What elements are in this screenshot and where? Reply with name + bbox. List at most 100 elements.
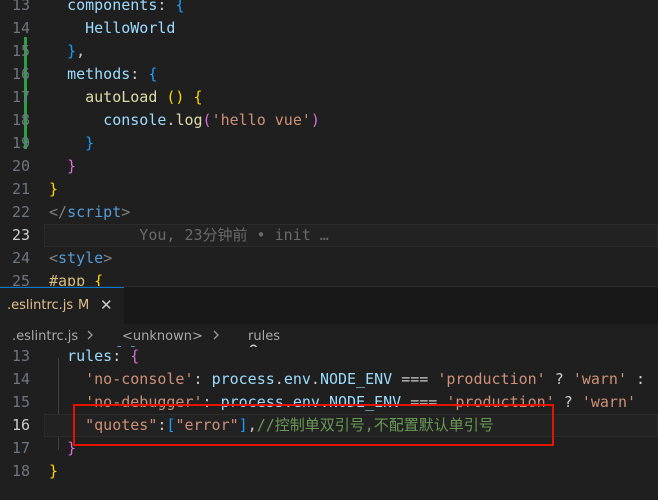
code-token: log bbox=[175, 111, 203, 129]
code-token: </ bbox=[49, 203, 68, 221]
code-line[interactable]: 25 #app { bbox=[0, 270, 658, 286]
line-number: 13 bbox=[11, 347, 30, 365]
code-text[interactable]: methods: { bbox=[49, 63, 157, 86]
chevron-right-icon bbox=[212, 328, 220, 346]
highlight-annotation-box bbox=[73, 404, 554, 446]
code-token: rules bbox=[67, 347, 113, 365]
line-number: 13 bbox=[11, 0, 30, 14]
code-token: . bbox=[274, 370, 284, 388]
code-text[interactable]: } bbox=[49, 178, 58, 201]
code-text[interactable]: rules: { bbox=[49, 347, 139, 368]
code-token: } bbox=[67, 157, 77, 175]
code-token: ? bbox=[545, 370, 573, 388]
code-text[interactable]: You, 23分钟前 • init … bbox=[49, 224, 329, 247]
code-line[interactable]: 24 <style> bbox=[0, 247, 658, 270]
code-token: } bbox=[49, 180, 59, 198]
breadcrumb-file[interactable]: .eslintrc.js bbox=[12, 329, 78, 344]
code-text[interactable]: } bbox=[49, 132, 94, 155]
code-token: #app bbox=[49, 272, 86, 286]
code-text[interactable]: <style> bbox=[49, 247, 112, 270]
code-line[interactable]: 19 } bbox=[0, 132, 658, 155]
code-text[interactable]: } bbox=[49, 460, 58, 483]
code-line[interactable]: 14 HelloWorld bbox=[0, 17, 658, 40]
code-token: autoLoad bbox=[85, 88, 158, 106]
code-text[interactable]: autoLoad () { bbox=[49, 86, 203, 109]
line-number: 17 bbox=[11, 439, 30, 457]
code-token: ) bbox=[310, 111, 320, 129]
code-token: { bbox=[94, 272, 104, 286]
code-token: : bbox=[130, 65, 149, 83]
code-token: : bbox=[193, 370, 212, 388]
code-token: components bbox=[67, 0, 158, 14]
tab-filename: .eslintrc.js bbox=[7, 298, 74, 313]
code-text[interactable]: components: { bbox=[49, 0, 184, 17]
code-line[interactable]: 15 }, bbox=[0, 40, 658, 63]
code-token: . bbox=[310, 370, 320, 388]
line-number: 23 bbox=[11, 226, 30, 244]
line-number: 14 bbox=[11, 19, 30, 37]
code-token: 'production' bbox=[437, 370, 546, 388]
code-token: ( bbox=[202, 111, 212, 129]
code-line[interactable]: 20 } bbox=[0, 155, 658, 178]
code-line[interactable]: 21} bbox=[0, 178, 658, 201]
breadcrumb: .eslintrc.js <unknown> rules bbox=[0, 324, 658, 358]
code-text[interactable]: 'no-console': process.env.NODE_ENV === '… bbox=[49, 368, 645, 391]
code-text[interactable]: #app { bbox=[49, 270, 103, 286]
code-token: : bbox=[627, 370, 646, 388]
code-text[interactable]: }, bbox=[49, 40, 85, 63]
code-token: : bbox=[157, 0, 176, 14]
breadcrumb-rules[interactable]: rules bbox=[248, 329, 280, 344]
line-number: 18 bbox=[11, 111, 30, 129]
code-token: console bbox=[103, 111, 167, 129]
code-line[interactable]: 14 'no-console': process.env.NODE_ENV ==… bbox=[0, 368, 658, 391]
code-token: : bbox=[112, 347, 131, 365]
top-editor-pane[interactable]: 13 components: {14 HelloWorld 15 }, 16 met… bbox=[0, 0, 658, 286]
code-line[interactable]: 17 autoLoad () { bbox=[0, 86, 658, 109]
code-token: 'warn' bbox=[572, 370, 627, 388]
code-text[interactable]: console.log('hello vue') bbox=[49, 109, 320, 132]
code-token: { bbox=[175, 0, 185, 14]
editor-tab-bar: .eslintrc.js M ✕ bbox=[0, 286, 658, 325]
chevron-right-icon bbox=[86, 328, 94, 346]
code-token: === bbox=[392, 370, 438, 388]
code-token: } bbox=[67, 42, 77, 60]
code-token: () bbox=[166, 88, 185, 106]
code-line[interactable]: 23 You, 23分钟前 • init … bbox=[0, 224, 658, 247]
line-number: 25 bbox=[11, 272, 30, 286]
code-text[interactable]: } bbox=[49, 155, 76, 178]
line-number: 16 bbox=[11, 416, 30, 434]
code-text[interactable]: HelloWorld bbox=[49, 17, 175, 40]
tab-eslintrc[interactable]: .eslintrc.js M ✕ bbox=[0, 287, 124, 325]
code-line[interactable]: 18 console.log('hello vue') bbox=[0, 109, 658, 132]
code-token: { bbox=[193, 88, 203, 106]
code-line[interactable]: 22 </script> bbox=[0, 201, 658, 224]
code-line[interactable]: 13 rules: { bbox=[0, 347, 658, 368]
code-token: 'no-console' bbox=[85, 370, 194, 388]
code-token: > bbox=[121, 203, 131, 221]
code-token: ? bbox=[554, 393, 582, 411]
code-token: { bbox=[148, 65, 158, 83]
close-icon[interactable]: ✕ bbox=[100, 296, 113, 314]
code-line[interactable]: 18} bbox=[0, 460, 658, 483]
code-token: NODE_ENV bbox=[319, 370, 393, 388]
line-number: 19 bbox=[11, 134, 30, 152]
code-line[interactable]: 13 components: { bbox=[0, 0, 658, 17]
breadcrumb-symbol[interactable]: <unknown> bbox=[122, 329, 203, 344]
code-line[interactable]: 16 methods: { bbox=[0, 63, 658, 86]
line-number: 15 bbox=[11, 42, 30, 60]
line-number: 21 bbox=[11, 180, 30, 198]
code-token: env bbox=[283, 370, 311, 388]
code-text[interactable]: </script> bbox=[49, 201, 130, 224]
code-token: { bbox=[130, 347, 140, 365]
line-number: 15 bbox=[11, 393, 30, 411]
line-number: 14 bbox=[11, 370, 30, 388]
